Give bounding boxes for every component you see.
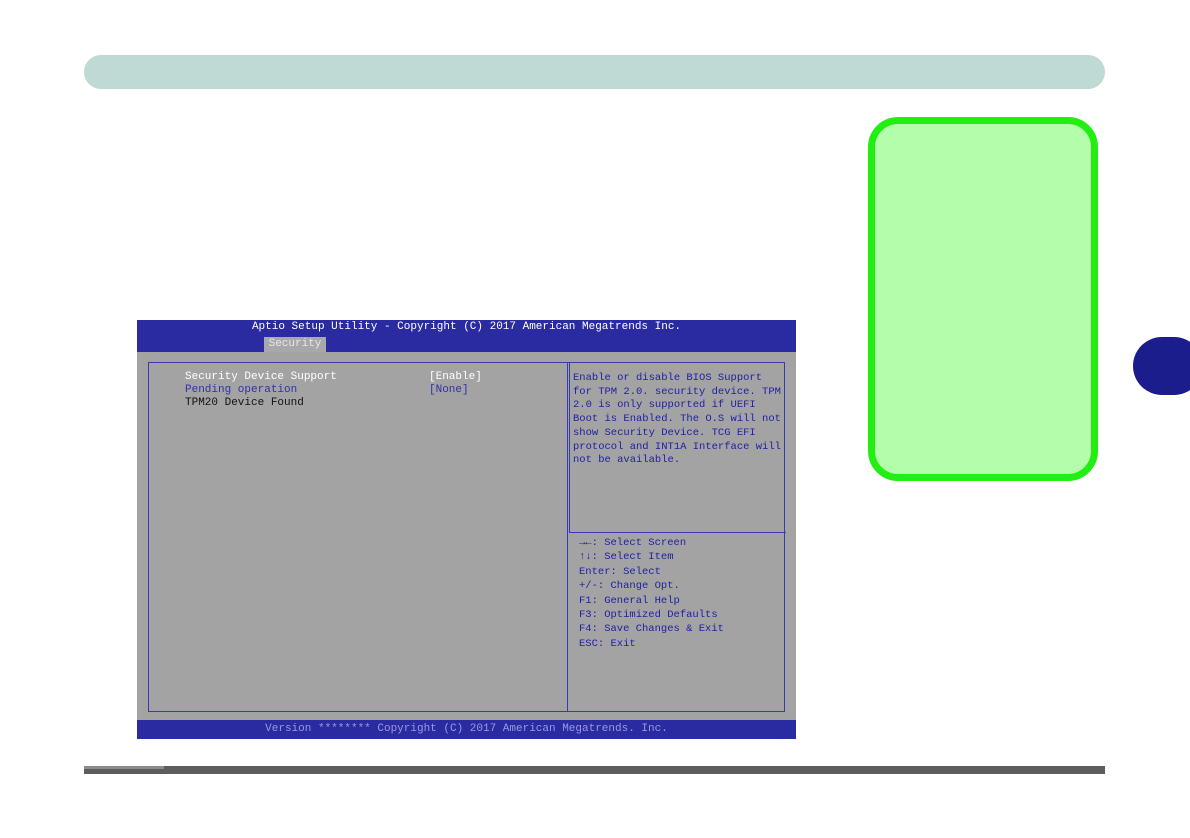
key-hint-select-screen: →←: Select Screen (579, 537, 687, 549)
tab-security[interactable]: Security (264, 337, 326, 352)
key-hint-select-item: ↑↓: Select Item (579, 551, 674, 564)
key-hint-change-opt: +/-: Change Opt. (579, 580, 680, 593)
key-hint-esc: ESC: Exit (579, 637, 636, 650)
key-hint-save-exit: F4: Save Changes & Exit (579, 623, 724, 636)
setting-label-tpm20-device-found: TPM20 Device Found (185, 397, 304, 409)
setting-value-security-device-support[interactable]: [Enable] (429, 371, 482, 384)
page-footer-rule (84, 766, 1105, 774)
page-header-bar (84, 55, 1105, 89)
page-footer-rule-highlight (84, 766, 164, 769)
bios-title-bar: Aptio Setup Utility - Copyright (C) 2017… (137, 320, 796, 352)
setting-label-pending-operation[interactable]: Pending operation (185, 384, 297, 397)
bios-screenshot: Aptio Setup Utility - Copyright (C) 2017… (137, 320, 796, 739)
key-hint-general-help: F1: General Help (579, 594, 680, 607)
key-hint-enter: Enter: Select (579, 565, 661, 578)
chapter-tab (1133, 337, 1190, 395)
setting-label-security-device-support[interactable]: Security Device Support (185, 371, 337, 384)
key-hint-optimized-defaults: F3: Optimized Defaults (579, 609, 718, 622)
setting-value-pending-operation[interactable]: [None] (429, 384, 469, 397)
key-legend: →←: Select Screen ↑↓: Select Item Enter:… (579, 536, 779, 651)
bios-title: Aptio Setup Utility - Copyright (C) 2017… (251, 321, 682, 333)
help-text: Enable or disable BIOS Support for TPM 2… (573, 372, 781, 467)
bios-footer: Version ******** Copyright (C) 2017 Amer… (137, 720, 796, 739)
bios-column-divider (567, 362, 568, 712)
callout-box (868, 117, 1098, 481)
